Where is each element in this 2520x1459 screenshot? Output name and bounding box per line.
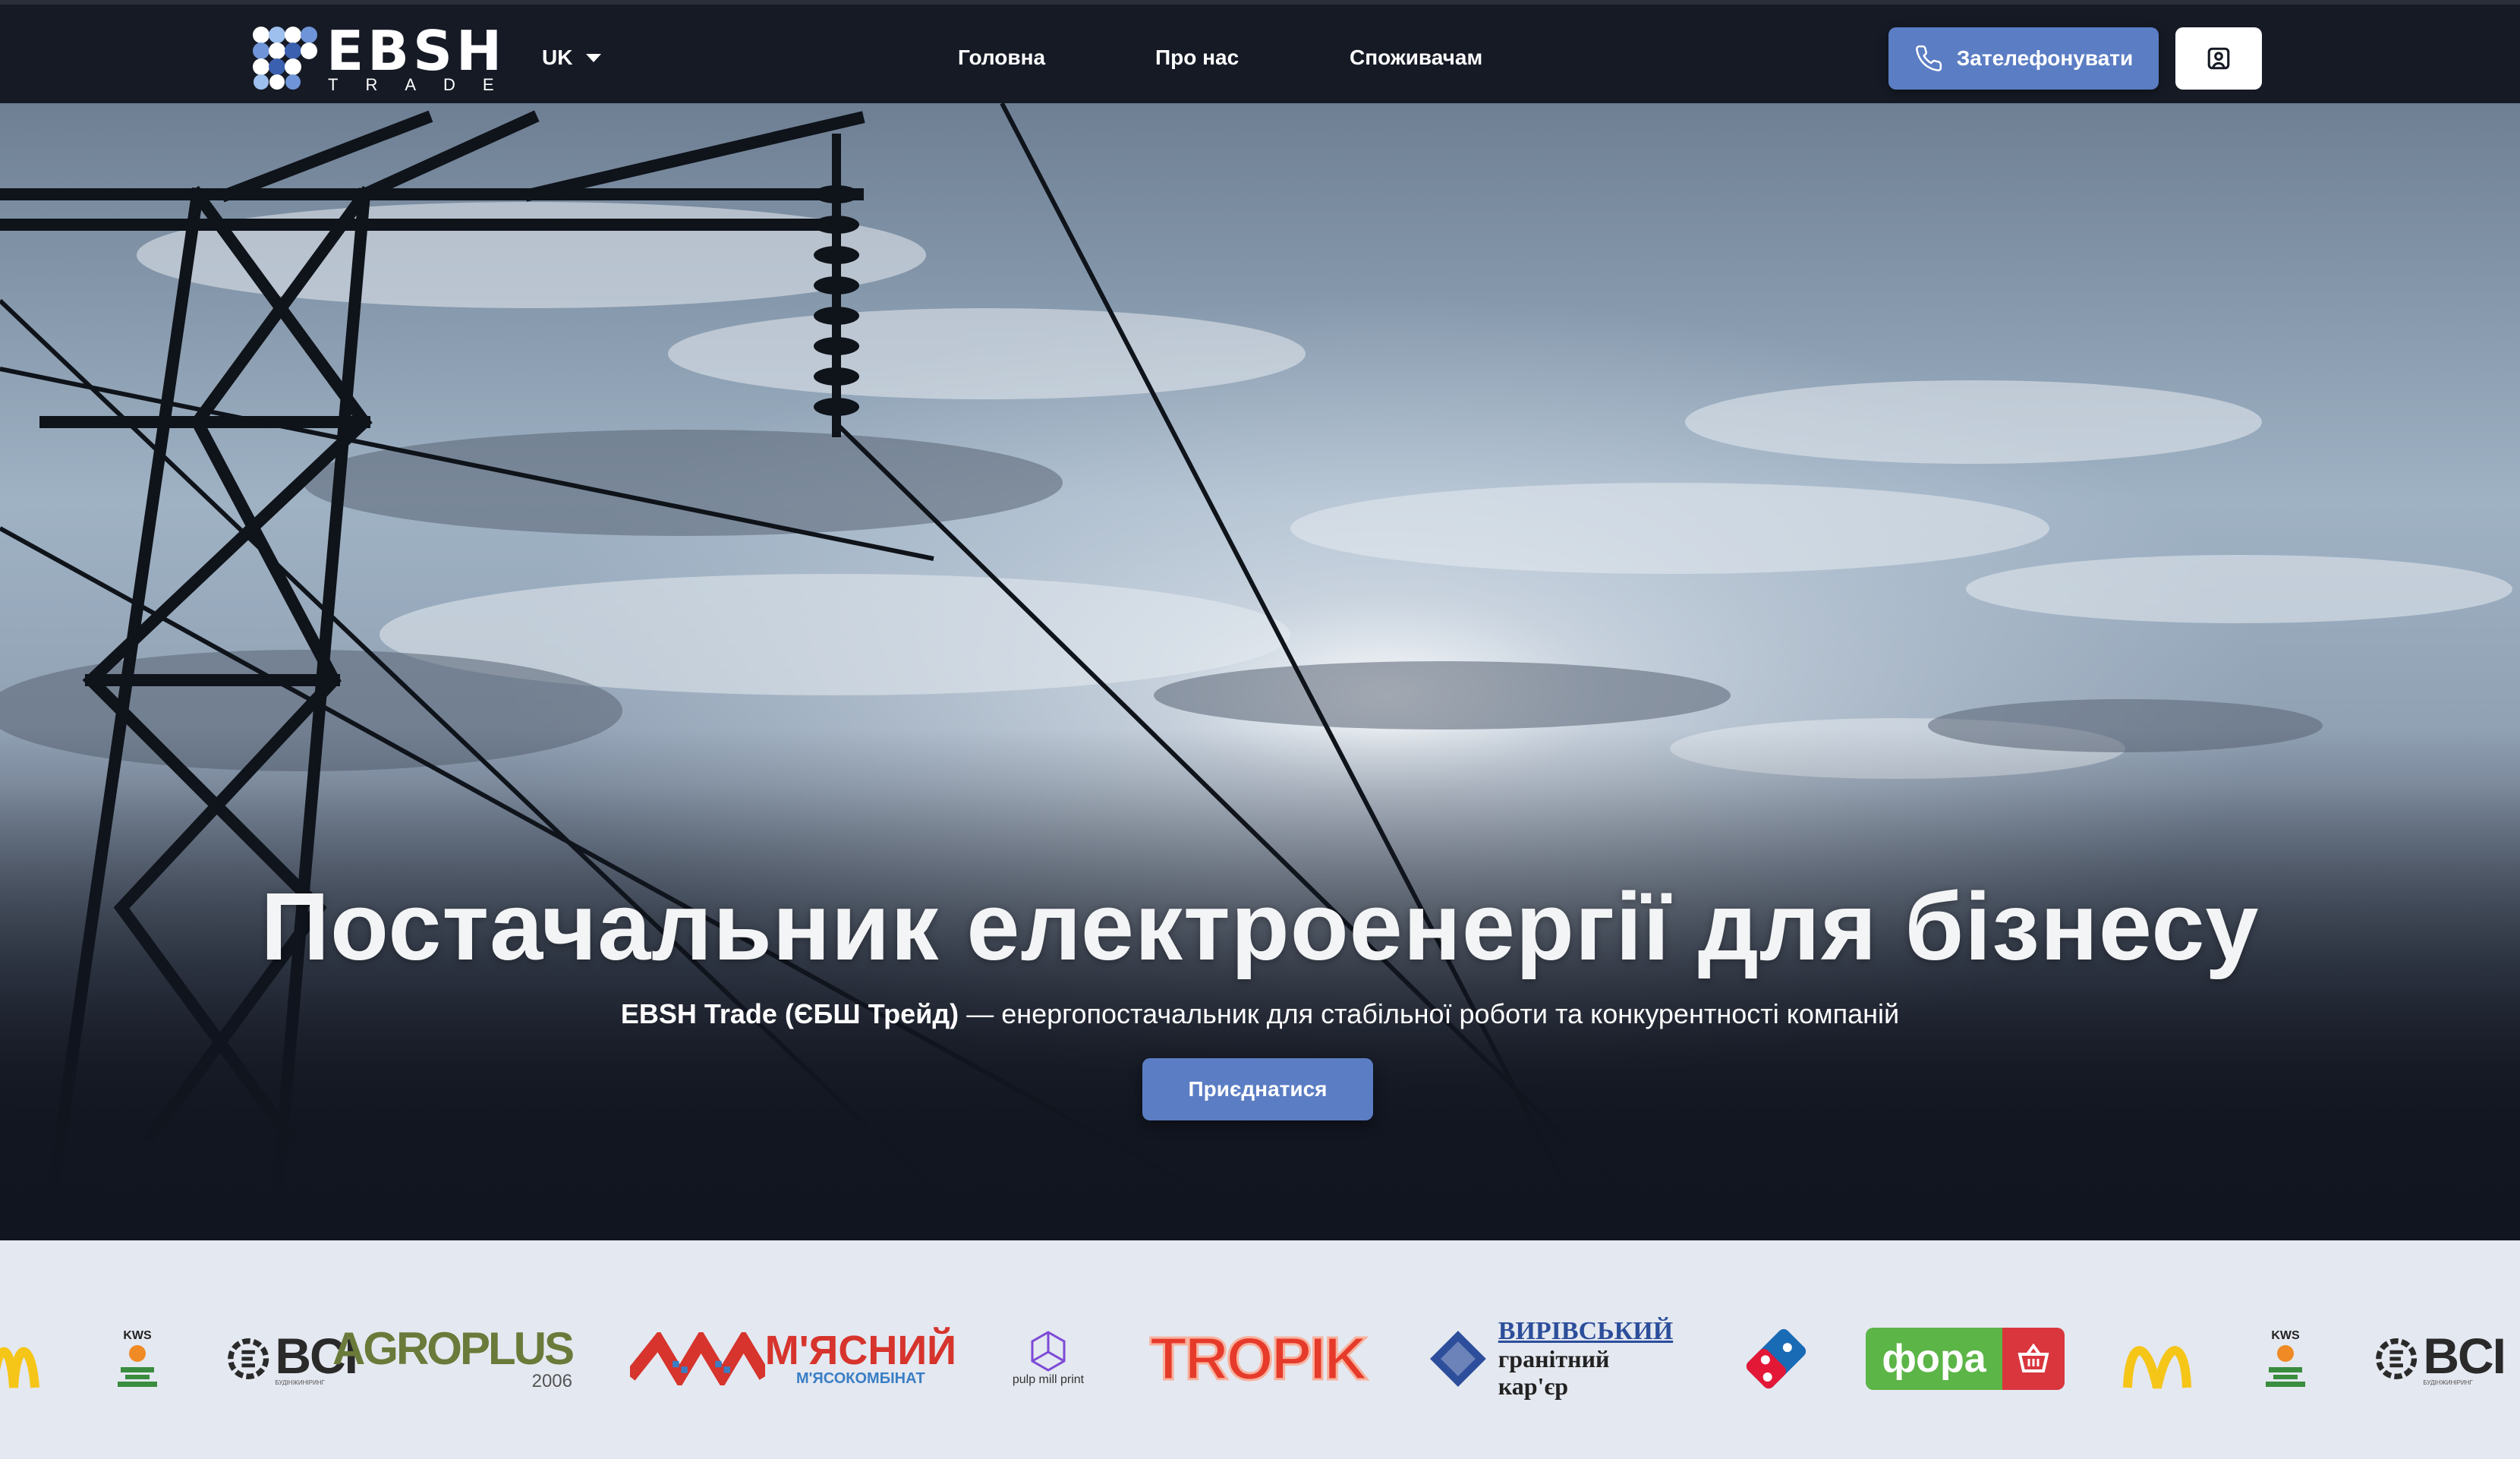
nav-link-about[interactable]: Про нас — [1155, 41, 1350, 74]
hero-section: Постачальник електроенергії для бізнесу … — [0, 103, 2520, 1240]
basket-icon — [2018, 1344, 2049, 1372]
myasnyi-logo-sub: М'ЯСОКОМБІНАТ — [795, 1370, 925, 1387]
pulp-mill-print-text: pulp mill print — [1012, 1373, 1085, 1386]
tropik-logo-text: TROPIK — [1148, 1324, 1369, 1394]
myasnyi-logo: М'ЯСНИЙ М'ЯСОКОМБІНАТ — [630, 1322, 956, 1395]
hero-title: Постачальник електроенергії для бізнесу — [260, 873, 2260, 980]
caret-down-icon — [586, 53, 602, 62]
agroplus-logo: AGROPLUS 2006 — [332, 1322, 575, 1395]
mcdonalds-logo — [0, 1322, 52, 1395]
phone-icon — [1915, 45, 1942, 71]
agroplus-logo-year: 2006 — [531, 1371, 572, 1391]
logo-subtitle: TRADE — [328, 75, 521, 94]
fora-logo: фора — [1866, 1322, 2065, 1395]
user-square-icon — [2207, 47, 2230, 70]
bci-logo-2-text: BCI — [2423, 1327, 2506, 1384]
language-label: UK — [542, 46, 573, 69]
tropik-logo: TROPIK — [1148, 1322, 1369, 1395]
logo-dots-icon — [253, 27, 317, 90]
kws-logo-text: KWS — [123, 1329, 152, 1342]
site-header: EBSH TRADE UK Головна Про нас Споживачам… — [0, 0, 2520, 103]
bci-logo-sub: БУДІНЖИНІРИНГ — [275, 1379, 325, 1386]
vyrivskyi-logo: ВИРІВСЬКИЙ гранітний кар'єр — [1427, 1318, 1685, 1400]
kws-logo-2-text: KWS — [2271, 1329, 2300, 1342]
clients-logo-strip: KWS BCI БУДІНЖИНІРИНГ AGROPLUS 2006 М'ЯС… — [0, 1240, 2520, 1459]
nav-link-home[interactable]: Головна — [958, 41, 1155, 74]
hero-subtitle: EBSH Trade (ЄБШ Трейд) — енергопостачаль… — [0, 996, 2520, 1032]
call-button[interactable]: Зателефонувати — [1888, 27, 2159, 90]
pulp-mill-print-logo: pulp mill print — [1006, 1322, 1090, 1395]
hero-subtitle-text: — енергопостачальник для стабільної робо… — [966, 998, 1900, 1029]
vyrivskyi-logo-sub: гранітний кар'єр — [1498, 1345, 1610, 1400]
hero-subtitle-brand: EBSH Trade (ЄБШ Трейд) — [620, 998, 959, 1029]
kws-logo: KWS — [114, 1322, 161, 1395]
fora-logo-text: фора — [1882, 1337, 1986, 1381]
kws-logo-2: KWS — [2262, 1322, 2309, 1395]
agroplus-logo-text: AGROPLUS — [332, 1323, 575, 1374]
logo-wordmark: EBSH — [326, 19, 506, 83]
account-button[interactable] — [2175, 27, 2262, 90]
nav-link-consumers[interactable]: Споживачам — [1350, 41, 1482, 74]
vyrivskyi-logo-text: ВИРІВСЬКИЙ — [1498, 1317, 1674, 1345]
myasnyi-logo-text: М'ЯСНИЙ — [764, 1328, 956, 1373]
call-button-label: Зателефонувати — [1956, 46, 2134, 70]
language-selector[interactable]: UK — [542, 41, 602, 74]
bci-logo-2-sub: БУДІНЖИНІРИНГ — [2423, 1379, 2473, 1386]
bci-logo-2: BCI БУДІНЖИНІРИНГ — [2374, 1322, 2506, 1395]
main-nav: Головна Про нас Споживачам — [958, 41, 1482, 74]
mcdonalds-logo-2 — [2122, 1322, 2192, 1395]
join-button[interactable]: Приєднатися — [1142, 1058, 1373, 1120]
ebsh-logo[interactable]: EBSH TRADE — [252, 19, 510, 94]
dominos-logo — [1743, 1322, 1810, 1395]
